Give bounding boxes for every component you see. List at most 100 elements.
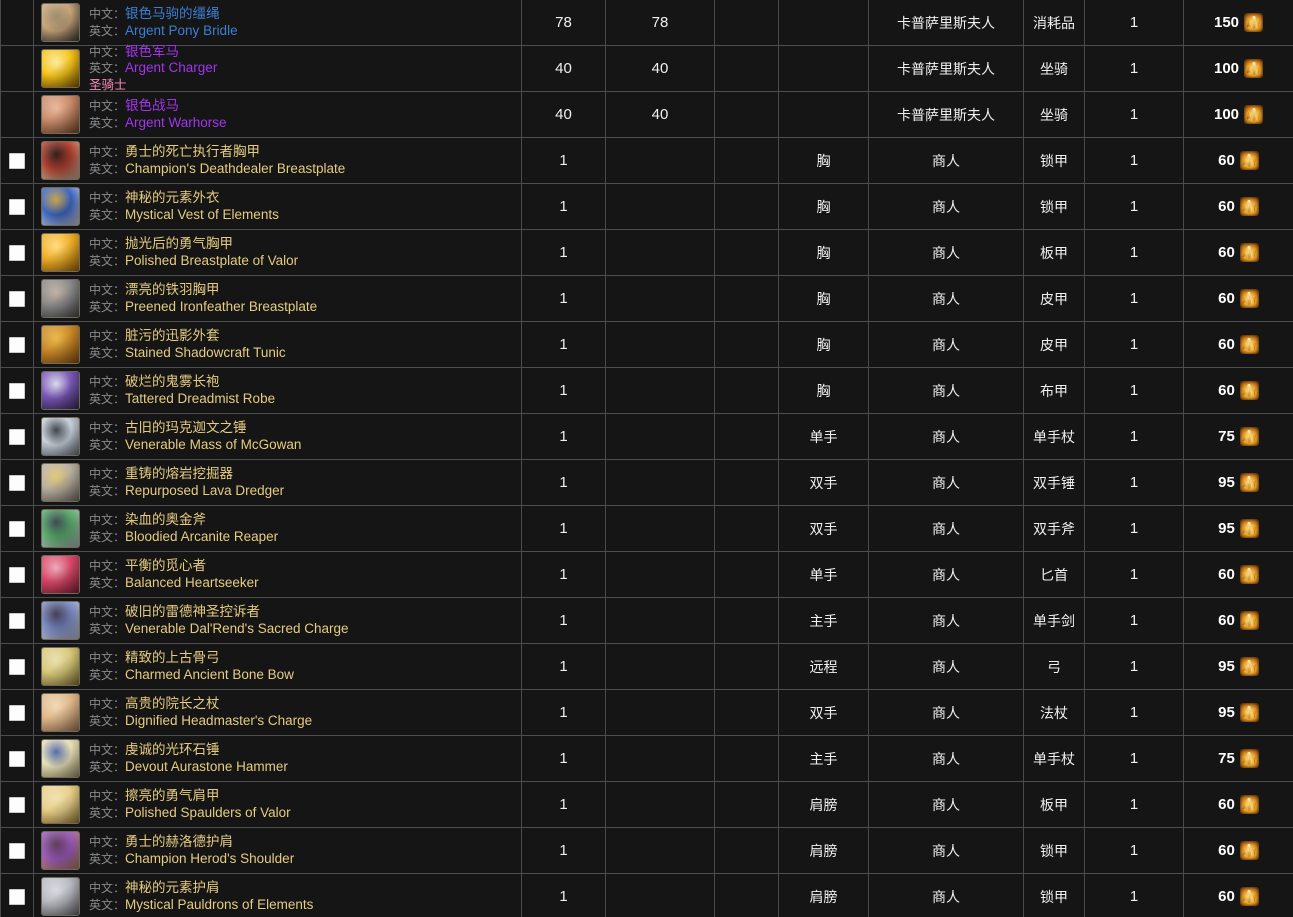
charmed-ancient-bone-bow-icon[interactable]	[41, 647, 80, 686]
item-cell[interactable]: 中文：重铸的熔岩挖掘器 英文：Repurposed Lava Dredger	[33, 459, 522, 506]
row-checkbox-cell[interactable]	[0, 275, 34, 322]
table-row[interactable]: 中文：银色军马 英文：Argent Charger 圣骑士 40 40 卡普萨里斯夫人 坐骑…	[0, 44, 1293, 92]
row-checkbox[interactable]	[9, 198, 25, 215]
item-name-en[interactable]: Balanced Heartseeker	[125, 575, 259, 590]
row-checkbox-cell[interactable]	[0, 459, 34, 506]
row-checkbox-cell[interactable]	[0, 551, 34, 598]
row-checkbox-cell[interactable]	[0, 597, 34, 644]
row-checkbox-cell[interactable]	[0, 781, 34, 828]
item-name-en[interactable]: Repurposed Lava Dredger	[125, 483, 284, 498]
item-cell[interactable]: 中文：银色战马 英文：Argent Warhorse	[33, 91, 522, 138]
row-checkbox-cell[interactable]	[0, 689, 34, 736]
table-row[interactable]: 中文：精致的上古骨弓 英文：Charmed Ancient Bone Bow 1 远程…	[0, 643, 1293, 690]
item-cell[interactable]: 中文：抛光后的勇气胸甲 英文：Polished Breastplate of Va…	[33, 229, 522, 276]
row-checkbox-cell[interactable]	[0, 137, 34, 184]
item-cell[interactable]: 中文：银色军马 英文：Argent Charger 圣骑士	[33, 44, 522, 92]
item-name-en[interactable]: Champion's Deathdealer Breastplate	[125, 161, 345, 176]
row-checkbox-cell[interactable]	[0, 183, 34, 230]
table-row[interactable]: 中文：虔诚的光环石锤 英文：Devout Aurastone Hammer 1 主手商…	[0, 735, 1293, 782]
item-name-cn[interactable]: 神秘的元素外衣	[125, 190, 220, 205]
item-cell[interactable]: 中文：精致的上古骨弓 英文：Charmed Ancient Bone Bow	[33, 643, 522, 690]
row-checkbox-cell[interactable]	[0, 735, 34, 782]
item-cell[interactable]: 中文：高贵的院长之杖 英文：Dignified Headmaster's Char…	[33, 689, 522, 736]
row-checkbox[interactable]	[9, 336, 25, 353]
table-row[interactable]: 中文：擦亮的勇气肩甲 英文：Polished Spaulders of Valor…	[0, 781, 1293, 828]
item-name-cn[interactable]: 虔诚的光环石锤	[125, 742, 220, 757]
bloodied-arcanite-reaper-icon[interactable]	[41, 509, 80, 548]
row-checkbox[interactable]	[9, 152, 25, 169]
item-name-cn[interactable]: 高贵的院长之杖	[125, 696, 220, 711]
table-row[interactable]: 中文：高贵的院长之杖 英文：Dignified Headmaster's Char…	[0, 689, 1293, 736]
devout-aurastone-hammer-icon[interactable]	[41, 739, 80, 778]
item-cell[interactable]: 中文：染血的奥金斧 英文：Bloodied Arcanite Reaper	[33, 505, 522, 552]
mystical-pauldrons-of-elements-icon[interactable]	[41, 877, 80, 916]
row-checkbox-cell[interactable]	[0, 643, 34, 690]
row-checkbox-cell[interactable]	[0, 321, 34, 368]
item-name-en[interactable]: Stained Shadowcraft Tunic	[125, 345, 286, 360]
row-checkbox[interactable]	[9, 704, 25, 721]
argent-pony-bridle-icon[interactable]	[41, 3, 80, 42]
table-row[interactable]: 中文：神秘的元素外衣 英文：Mystical Vest of Elements 1 胸…	[0, 183, 1293, 230]
row-checkbox[interactable]	[9, 658, 25, 675]
item-name-en[interactable]: Mystical Vest of Elements	[125, 207, 279, 222]
row-checkbox-cell[interactable]	[0, 505, 34, 552]
item-name-en[interactable]: Tattered Dreadmist Robe	[125, 391, 275, 406]
item-name-en[interactable]: Venerable Dal'Rend's Sacred Charge	[125, 621, 349, 636]
item-name-en[interactable]: Argent Charger	[125, 60, 217, 75]
row-checkbox-cell[interactable]	[0, 873, 34, 917]
row-checkbox[interactable]	[9, 842, 25, 859]
item-name-cn[interactable]: 漂亮的铁羽胸甲	[125, 282, 220, 297]
row-checkbox-cell[interactable]	[0, 827, 34, 874]
champion-herods-shoulder-icon[interactable]	[41, 831, 80, 870]
row-checkbox[interactable]	[9, 244, 25, 261]
item-name-cn[interactable]: 古旧的玛克迦文之锤	[125, 420, 247, 435]
polished-breastplate-of-valor-icon[interactable]	[41, 233, 80, 272]
item-name-cn[interactable]: 重铸的熔岩挖掘器	[125, 466, 233, 481]
row-checkbox[interactable]	[9, 428, 25, 445]
item-cell[interactable]: 中文：破烂的鬼雾长袍 英文：Tattered Dreadmist Robe	[33, 367, 522, 414]
item-name-en[interactable]: Argent Warhorse	[125, 115, 227, 130]
table-row[interactable]: 中文：勇士的赫洛德护肩 英文：Champion Herod's Shoulder 1…	[0, 827, 1293, 874]
item-name-en[interactable]: Polished Spaulders of Valor	[125, 805, 291, 820]
champions-deathdealer-breastplate-icon[interactable]	[41, 141, 80, 180]
row-checkbox[interactable]	[9, 796, 25, 813]
tattered-dreadmist-robe-icon[interactable]	[41, 371, 80, 410]
venerable-dalrends-sacred-charge-icon[interactable]	[41, 601, 80, 640]
item-name-cn[interactable]: 银色军马	[125, 44, 179, 59]
table-row[interactable]: 中文：破旧的雷德神圣控诉者 英文：Venerable Dal'Rend's Sac…	[0, 597, 1293, 644]
table-row[interactable]: 中文：脏污的迅影外套 英文：Stained Shadowcraft Tunic 1 胸…	[0, 321, 1293, 368]
item-name-cn[interactable]: 擦亮的勇气肩甲	[125, 788, 220, 803]
item-name-en[interactable]: Dignified Headmaster's Charge	[125, 713, 312, 728]
table-row[interactable]: 中文：古旧的玛克迦文之锤 英文：Venerable Mass of McGowan…	[0, 413, 1293, 460]
row-checkbox[interactable]	[9, 520, 25, 537]
item-name-cn[interactable]: 抛光后的勇气胸甲	[125, 236, 233, 251]
item-cell[interactable]: 中文：神秘的元素护肩 英文：Mystical Pauldrons of Eleme…	[33, 873, 522, 917]
table-row[interactable]: 中文：神秘的元素护肩 英文：Mystical Pauldrons of Eleme…	[0, 873, 1293, 917]
item-name-en[interactable]: Venerable Mass of McGowan	[125, 437, 301, 452]
item-name-cn[interactable]: 神秘的元素护肩	[125, 880, 220, 895]
item-cell[interactable]: 中文：擦亮的勇气肩甲 英文：Polished Spaulders of Valor	[33, 781, 522, 828]
item-name-cn[interactable]: 勇士的死亡执行者胸甲	[125, 144, 260, 159]
row-checkbox[interactable]	[9, 474, 25, 491]
item-name-en[interactable]: Bloodied Arcanite Reaper	[125, 529, 278, 544]
row-checkbox-cell[interactable]	[0, 229, 34, 276]
item-cell[interactable]: 中文：漂亮的铁羽胸甲 英文：Preened Ironfeather Breastp…	[33, 275, 522, 322]
item-cell[interactable]: 中文：古旧的玛克迦文之锤 英文：Venerable Mass of McGowan	[33, 413, 522, 460]
row-checkbox[interactable]	[9, 382, 25, 399]
dignified-headmasters-charge-icon[interactable]	[41, 693, 80, 732]
item-name-cn[interactable]: 破烂的鬼雾长袍	[125, 374, 220, 389]
table-row[interactable]: 中文：染血的奥金斧 英文：Bloodied Arcanite Reaper 1 双手商…	[0, 505, 1293, 552]
venerable-mass-of-mcgowan-icon[interactable]	[41, 417, 80, 456]
item-name-en[interactable]: Argent Pony Bridle	[125, 23, 238, 38]
item-cell[interactable]: 中文：勇士的赫洛德护肩 英文：Champion Herod's Shoulder	[33, 827, 522, 874]
item-cell[interactable]: 中文：勇士的死亡执行者胸甲 英文：Champion's Deathdealer B…	[33, 137, 522, 184]
item-name-cn[interactable]: 精致的上古骨弓	[125, 650, 220, 665]
argent-charger-icon[interactable]	[41, 49, 80, 88]
item-name-cn[interactable]: 破旧的雷德神圣控诉者	[125, 604, 260, 619]
row-checkbox[interactable]	[9, 750, 25, 767]
item-name-en[interactable]: Devout Aurastone Hammer	[125, 759, 288, 774]
item-name-en[interactable]: Charmed Ancient Bone Bow	[125, 667, 294, 682]
row-checkbox[interactable]	[9, 888, 25, 905]
item-name-cn[interactable]: 银色战马	[125, 98, 179, 113]
balanced-heartseeker-icon[interactable]	[41, 555, 80, 594]
